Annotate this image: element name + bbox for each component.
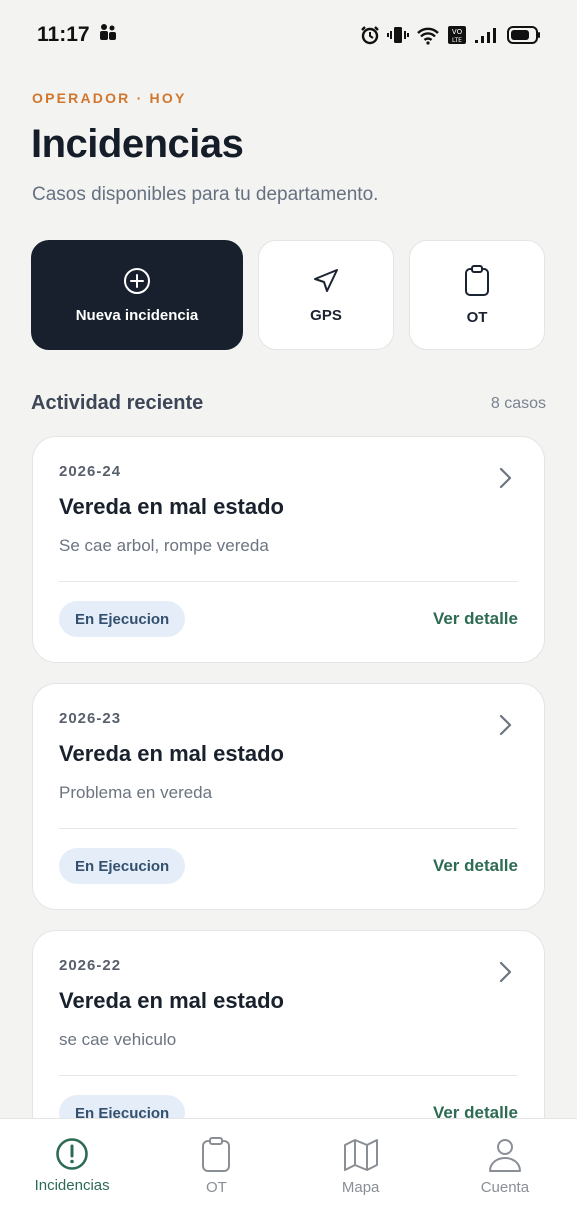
incident-card[interactable]: 2026-24 Vereda en mal estado Se cae arbo…: [32, 436, 545, 663]
map-icon: [343, 1137, 379, 1173]
svg-text:VO: VO: [452, 28, 463, 36]
status-badge: En Ejecucion: [59, 601, 186, 637]
activity-header: Actividad reciente 8 casos: [31, 392, 546, 415]
activity-title: Actividad reciente: [31, 392, 204, 414]
nav-label: Incidencias: [34, 1177, 110, 1194]
clipboard-icon: [201, 1137, 231, 1173]
battery-icon: [507, 26, 541, 44]
incident-code: 2026-24: [59, 463, 122, 480]
incident-code: 2026-22: [59, 957, 122, 974]
incident-title: Vereda en mal estado: [59, 988, 284, 1013]
chevron-right-icon[interactable]: [498, 961, 512, 988]
incident-code: 2026-23: [59, 710, 122, 727]
quick-actions: Nueva incidencia GPS OT: [31, 240, 545, 350]
status-left: 11:17: [37, 23, 118, 47]
page-title: Incidencias: [31, 122, 244, 166]
user-icon: [487, 1137, 523, 1173]
incident-description: Problema en vereda: [59, 783, 213, 802]
status-bar: 11:17 VO LTE: [0, 0, 577, 70]
nav-item-mapa[interactable]: Mapa: [289, 1119, 433, 1218]
status-time: 11:17: [37, 23, 90, 46]
card-divider: [59, 1075, 518, 1076]
wifi-icon: [416, 25, 440, 45]
nav-label: Mapa: [341, 1179, 380, 1196]
new-incident-button[interactable]: Nueva incidencia: [31, 240, 243, 350]
alert-circle-icon: [55, 1137, 89, 1171]
gps-label: GPS: [310, 306, 342, 324]
eyebrow-label: OPERADOR · HOY: [32, 90, 187, 106]
clipboard-icon: [464, 264, 490, 297]
new-incident-label: Nueva incidencia: [75, 306, 199, 324]
svg-text:LTE: LTE: [452, 37, 462, 44]
incident-title: Vereda en mal estado: [59, 494, 284, 519]
nav-label: OT: [205, 1179, 227, 1196]
nav-item-cuenta[interactable]: Cuenta: [433, 1119, 577, 1218]
activity-count: 8 casos: [490, 394, 546, 412]
nav-item-incidencias[interactable]: Incidencias: [0, 1119, 144, 1218]
incident-card[interactable]: 2026-23 Vereda en mal estado Problema en…: [32, 683, 545, 910]
card-divider: [59, 581, 518, 582]
view-detail-link[interactable]: Ver detalle: [433, 856, 518, 876]
incident-description: se cae vehiculo: [59, 1030, 177, 1049]
alarm-icon: [360, 25, 380, 45]
ot-label: OT: [466, 308, 488, 326]
people-icon: [98, 23, 118, 47]
status-badge: En Ejecucion: [59, 848, 186, 884]
ot-button[interactable]: OT: [409, 240, 545, 350]
gps-button[interactable]: GPS: [258, 240, 394, 350]
volte-icon: VO LTE: [447, 25, 467, 45]
page-subtitle: Casos disponibles para tu departamento.: [32, 184, 379, 205]
plus-circle-icon: [123, 267, 151, 295]
signal-icon: [474, 26, 500, 44]
nav-label: Cuenta: [480, 1179, 530, 1196]
incident-list: 2026-24 Vereda en mal estado Se cae arbo…: [32, 436, 545, 1177]
nav-item-ot[interactable]: OT: [144, 1119, 288, 1218]
chevron-right-icon[interactable]: [498, 714, 512, 741]
bottom-nav: Incidencias OT Mapa Cuenta: [0, 1118, 577, 1218]
navigation-arrow-icon: [312, 267, 340, 295]
card-divider: [59, 828, 518, 829]
status-right: VO LTE: [360, 25, 541, 45]
incident-title: Vereda en mal estado: [59, 741, 284, 766]
incident-description: Se cae arbol, rompe vereda: [59, 536, 269, 555]
chevron-right-icon[interactable]: [498, 467, 512, 494]
vibrate-icon: [387, 25, 409, 45]
view-detail-link[interactable]: Ver detalle: [433, 609, 518, 629]
